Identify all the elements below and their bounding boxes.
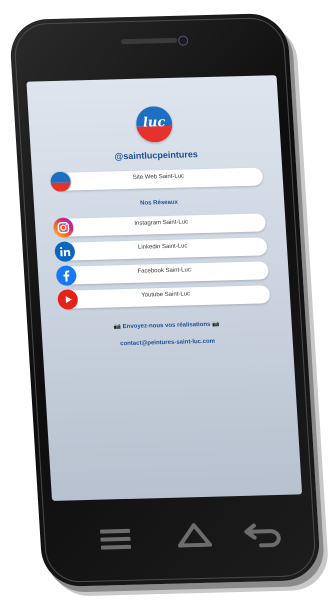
instagram-link-button[interactable]: Instagram Saint-Luc: [52, 213, 266, 238]
home-icon[interactable]: [176, 521, 214, 548]
contact-email-link[interactable]: contact@peintures-saint-luc.com: [42, 337, 292, 350]
website-link-button[interactable]: Site Web Saint-Luc: [49, 167, 264, 193]
facebook-link-button[interactable]: Facebook Saint-Luc: [55, 261, 269, 286]
website-icon-bottom: [50, 182, 72, 193]
brand-logo[interactable]: luc: [135, 105, 174, 143]
android-nav-bar: [99, 513, 281, 558]
youtube-link-label: Youtube Saint-Luc: [141, 291, 191, 299]
back-icon[interactable]: [242, 519, 284, 548]
logo-text: luc: [142, 115, 166, 131]
menu-line: [100, 544, 132, 550]
website-link-label: Site Web Saint-Luc: [132, 173, 185, 181]
linkedin-link-button[interactable]: Linkedin Saint-Luc: [54, 237, 268, 262]
phone-frame: luc @saintlucpeintures Site Web Saint-Lu…: [8, 12, 322, 588]
stage: luc @saintlucpeintures Site Web Saint-Lu…: [0, 0, 331, 603]
send-realisations-text: 📷 Envoyez-nous vos réalisations 📷: [113, 321, 220, 331]
linkedin-link-label: Linkedin Saint-Luc: [137, 243, 188, 251]
menu-line: [99, 528, 131, 534]
menu-icon[interactable]: [99, 528, 132, 550]
link-page: luc @saintlucpeintures Site Web Saint-Lu…: [26, 75, 302, 501]
instagram-link-label: Instagram Saint-Luc: [134, 219, 189, 227]
youtube-link-button[interactable]: Youtube Saint-Luc: [57, 285, 271, 310]
profile-handle: @saintlucpeintures: [114, 149, 199, 162]
facebook-link-label: Facebook Saint-Luc: [137, 267, 192, 275]
menu-line: [100, 536, 131, 542]
networks-title: Nos Réseaux: [140, 199, 179, 207]
phone-screen: luc @saintlucpeintures Site Web Saint-Lu…: [26, 75, 303, 501]
